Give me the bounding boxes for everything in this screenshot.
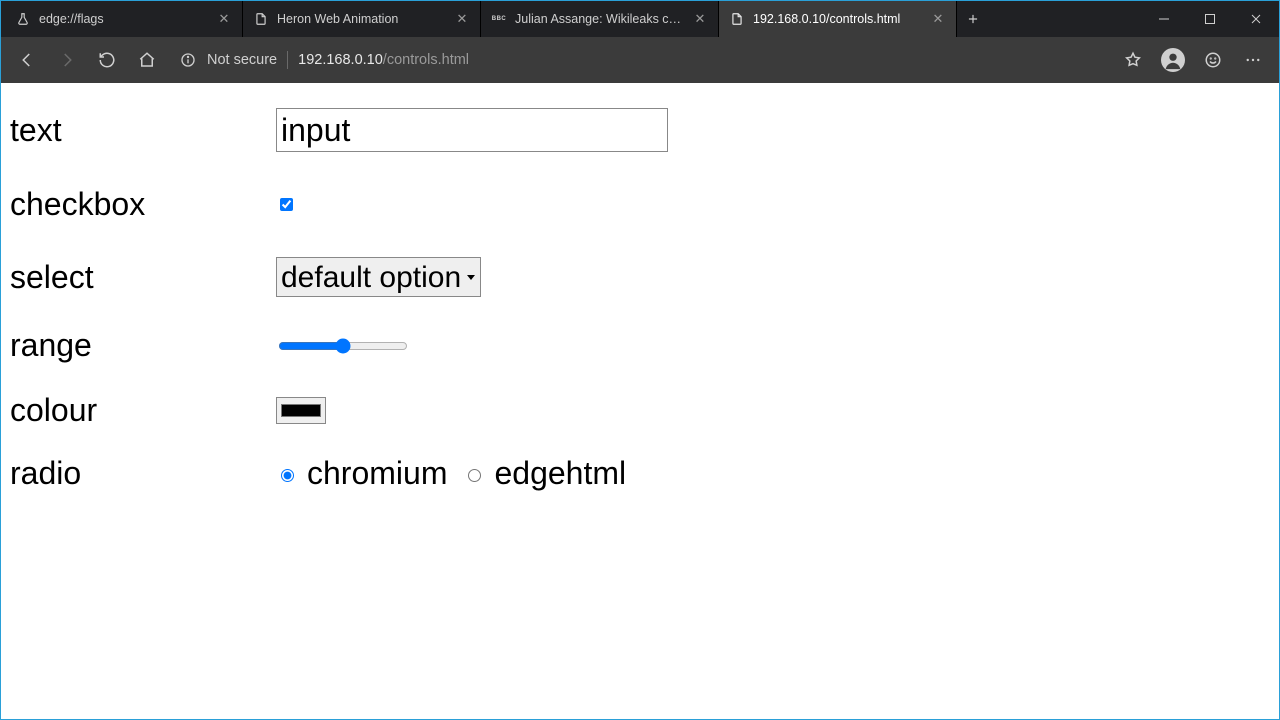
page-icon	[729, 11, 745, 27]
close-tab-icon[interactable]: ✕	[216, 11, 232, 27]
flask-icon	[15, 11, 31, 27]
url-path: /controls.html	[383, 52, 469, 68]
page-icon	[253, 11, 269, 27]
radio-input[interactable]	[281, 469, 294, 482]
close-tab-icon[interactable]: ✕	[930, 11, 946, 27]
radio-text: edgehtml	[494, 455, 626, 492]
favorite-button[interactable]	[1115, 42, 1151, 78]
window-controls	[1141, 1, 1279, 37]
colour-label: colour	[2, 392, 276, 429]
feedback-button[interactable]	[1195, 42, 1231, 78]
tab-controls-active[interactable]: 192.168.0.10/controls.html ✕	[719, 1, 957, 37]
page-content: text checkbox select default option rang…	[2, 84, 1278, 718]
radio-input[interactable]	[468, 469, 481, 482]
url-host: 192.168.0.10	[298, 52, 383, 68]
toolbar: Not secure 192.168.0.10/controls.html	[1, 37, 1279, 83]
divider	[287, 51, 288, 69]
select-label: select	[2, 259, 276, 296]
back-button[interactable]	[9, 42, 45, 78]
avatar-icon	[1161, 48, 1185, 72]
tab-strip: edge://flags ✕ Heron Web Animation ✕ BBC…	[1, 1, 1141, 37]
range-input[interactable]	[278, 338, 408, 354]
address-bar[interactable]: Not secure 192.168.0.10/controls.html	[169, 44, 1111, 76]
checkbox-label: checkbox	[2, 186, 276, 223]
info-icon	[179, 51, 197, 69]
menu-button[interactable]	[1235, 42, 1271, 78]
profile-button[interactable]	[1155, 42, 1191, 78]
bbc-icon: BBC	[491, 11, 507, 27]
home-button[interactable]	[129, 42, 165, 78]
close-tab-icon[interactable]: ✕	[454, 11, 470, 27]
security-status: Not secure	[207, 52, 277, 68]
radio-text: chromium	[307, 455, 447, 492]
radio-option-chromium[interactable]: chromium	[276, 455, 447, 492]
radio-option-edgehtml[interactable]: edgehtml	[463, 455, 626, 492]
url: 192.168.0.10/controls.html	[298, 52, 469, 68]
text-label: text	[2, 112, 276, 149]
colour-input[interactable]	[276, 397, 326, 424]
tab-bbc[interactable]: BBC Julian Assange: Wikileaks co-fou ✕	[481, 1, 719, 37]
range-label: range	[2, 327, 276, 364]
tab-title: 192.168.0.10/controls.html	[753, 12, 922, 26]
tab-heron[interactable]: Heron Web Animation ✕	[243, 1, 481, 37]
browser-window: edge://flags ✕ Heron Web Animation ✕ BBC…	[0, 0, 1280, 720]
tab-title: edge://flags	[39, 12, 208, 26]
new-tab-button[interactable]	[957, 1, 989, 37]
refresh-button[interactable]	[89, 42, 125, 78]
radio-label: radio	[2, 455, 276, 492]
tab-edge-flags[interactable]: edge://flags ✕	[5, 1, 243, 37]
titlebar: edge://flags ✕ Heron Web Animation ✕ BBC…	[1, 1, 1279, 37]
forward-button[interactable]	[49, 42, 85, 78]
select-input[interactable]: default option	[276, 257, 481, 297]
close-window-button[interactable]	[1233, 1, 1279, 37]
maximize-button[interactable]	[1187, 1, 1233, 37]
close-tab-icon[interactable]: ✕	[692, 11, 708, 27]
tab-title: Julian Assange: Wikileaks co-fou	[515, 12, 684, 26]
tab-title: Heron Web Animation	[277, 12, 446, 26]
text-input[interactable]	[276, 108, 668, 152]
minimize-button[interactable]	[1141, 1, 1187, 37]
toolbar-right	[1115, 42, 1271, 78]
checkbox-input[interactable]	[280, 198, 293, 211]
